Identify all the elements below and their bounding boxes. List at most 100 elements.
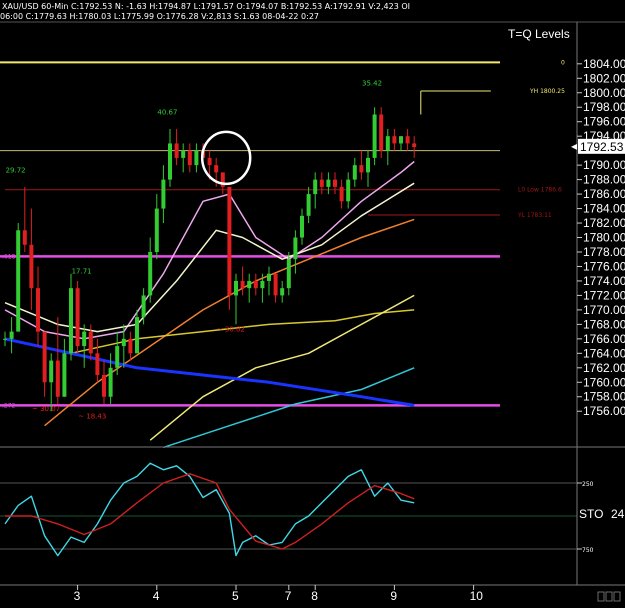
candle-body (168, 143, 172, 180)
candle-body (187, 150, 192, 166)
stochastic-label: STO (579, 507, 603, 521)
bar-annotation: 35.42 (362, 80, 382, 88)
candle-body (115, 346, 120, 368)
candle-body (379, 114, 384, 151)
candle-body (326, 179, 331, 187)
candle-body (366, 157, 370, 173)
time-tick-label: 4 (153, 589, 160, 603)
bar-annotation: 40.67 (157, 108, 177, 116)
price-tick-label: 1760.00 (583, 375, 625, 389)
candle-body (352, 165, 357, 180)
candle-body (75, 288, 80, 347)
price-tick-label: 1776.00 (583, 259, 625, 273)
bar-annotation: ~ 30.07 (32, 405, 60, 413)
bar-annotation: 17.71 (72, 268, 92, 276)
price-tick-label: 1768.00 (583, 317, 625, 331)
price-tick-label: 1780.00 (583, 231, 625, 245)
stochastic-value: 24 (611, 507, 625, 521)
candle-body (29, 244, 34, 289)
candle-body (62, 353, 67, 397)
candle-body (333, 179, 337, 187)
candle-body (273, 273, 278, 296)
candle-body (300, 215, 304, 238)
current-price-label: 1792.53 (580, 140, 624, 154)
time-tick-label: 3 (74, 589, 81, 603)
price-tick-label: 1766.00 (583, 332, 625, 346)
price-tick-label: 1790.00 (583, 158, 625, 172)
candle-body (372, 114, 377, 158)
candle-body (286, 259, 291, 289)
candle-body (306, 194, 311, 216)
header-quote-line: XAU/USD 60-Min C:1792.53 N: -1.63 H:1794… (2, 2, 410, 11)
candle-body (293, 237, 298, 260)
time-tick-label: 5 (232, 589, 239, 603)
candle-body (385, 136, 390, 151)
candle-body (121, 338, 126, 347)
candle-body (214, 165, 219, 173)
candle-body (55, 360, 60, 397)
candle-body (247, 280, 252, 289)
price-tick-label: 1802.00 (583, 71, 625, 85)
level-label-yh: YH 1800.25 (529, 88, 565, 95)
candle-body (174, 143, 179, 158)
candle-body (412, 143, 417, 148)
candle-body (154, 208, 159, 252)
candle-body (319, 179, 324, 187)
candle-body (267, 273, 271, 281)
candle-body (42, 331, 47, 383)
candle-body (405, 136, 410, 144)
price-tick-label: 1796.00 (583, 115, 625, 129)
price-tick-label: 1800.00 (583, 86, 625, 100)
candle-body (9, 331, 14, 339)
candle-body (339, 186, 344, 202)
candle-body (88, 331, 93, 354)
header-bar-line: 06:00 C:1779.63 H:1780.03 L:1775.99 O:17… (0, 12, 319, 21)
candle-body (16, 230, 21, 332)
price-tick-label: 1770.00 (583, 303, 625, 317)
price-tick-label: 1782.00 (583, 216, 625, 230)
price-tick-label: 1762.00 (583, 361, 625, 375)
candle-body (253, 280, 258, 289)
candle-body (161, 179, 166, 209)
candle-body (181, 150, 186, 158)
candle-body (95, 353, 100, 376)
price-tick-label: 1786.00 (583, 187, 625, 201)
time-tick-label: 7 (285, 589, 292, 603)
price-tick-label: 1772.00 (583, 288, 625, 302)
candle-body (148, 251, 153, 296)
candle-body (128, 338, 133, 354)
price-tick-label: 1788.00 (583, 173, 625, 187)
price-tick-label: 1804.00 (583, 57, 625, 71)
price-tick-label: 1758.00 (583, 390, 625, 404)
time-tick-label: 9 (390, 589, 397, 603)
bar-annotation: ~ 30.02 (217, 326, 245, 334)
candle-body (399, 136, 403, 144)
level-label-magenta-lower: .272 (2, 402, 16, 409)
level-label-yl: YL 1783.11 (517, 212, 552, 219)
sto-tick-label: 250 (582, 481, 594, 488)
time-tick-label: 10 (470, 589, 484, 603)
level-label-yellow-top: 0 (561, 59, 565, 66)
candle-body (82, 331, 87, 347)
price-tick-label: 1764.00 (583, 346, 625, 360)
price-tick-label: 1756.00 (583, 404, 625, 418)
price-tick-label: 1798.00 (583, 100, 625, 114)
bar-annotation: ~ 18.43 (78, 412, 106, 420)
candle-body (260, 280, 265, 289)
candle-body (49, 360, 54, 383)
bar-annotation: 29.72 (6, 166, 26, 174)
candle-body (3, 338, 7, 340)
candle-body (108, 367, 113, 397)
candle-body (69, 288, 73, 354)
candle-body (359, 165, 364, 173)
candle-body (102, 375, 106, 397)
candle-body (240, 280, 245, 289)
candle-body (234, 280, 238, 296)
time-tick-label: 8 (311, 589, 318, 603)
panel-title: T=Q Levels (508, 27, 570, 41)
level-label-magenta-upper: .618 (2, 253, 16, 260)
candle-body (346, 179, 351, 202)
candle-body (36, 288, 40, 332)
candle-body (280, 288, 285, 296)
candle-body (207, 157, 212, 166)
